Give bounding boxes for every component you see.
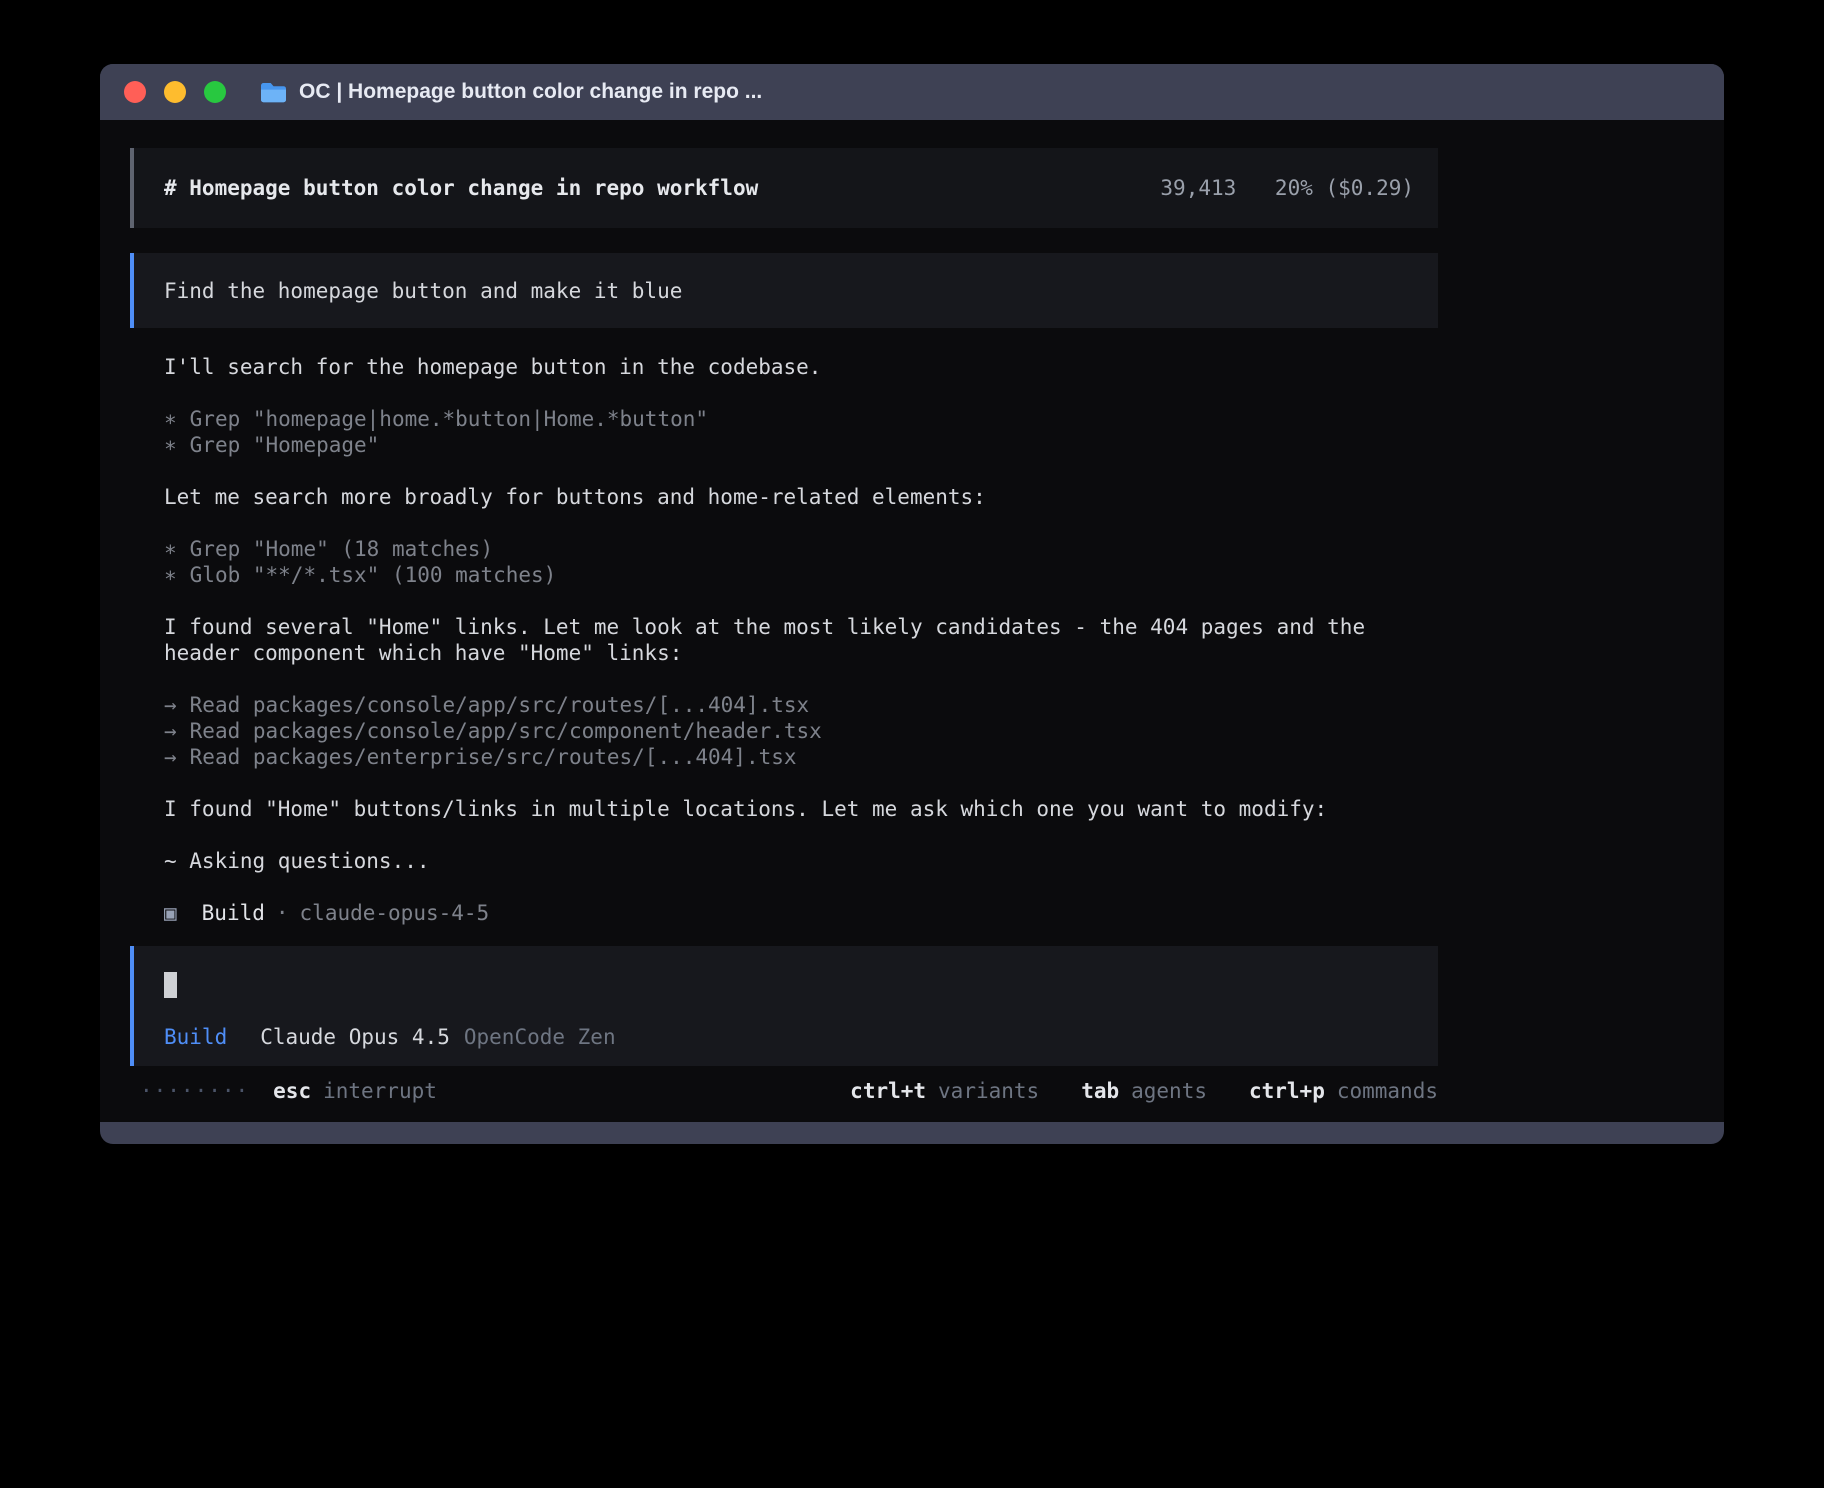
esc-key-label: interrupt (323, 1078, 437, 1104)
user-message: Find the homepage button and make it blu… (130, 253, 1438, 328)
tool-status-icon: ∗ (164, 563, 177, 587)
tool-call-grep: ∗ Grep "Home" (18 matches) (164, 536, 1724, 562)
agent-mode-label[interactable]: Build (164, 1024, 227, 1050)
arrow-icon: → (164, 745, 177, 769)
working-status: ~ Asking questions... (130, 848, 1438, 874)
keybind-hint-commands: ctrl+p commands (1249, 1078, 1438, 1104)
status-bar-right: ctrl+t variants tab agents ctrl+p commands (808, 1078, 1438, 1104)
agent-badge: ▣ Build · claude-opus-4-5 (130, 900, 1724, 926)
separator-dot: · (276, 900, 289, 926)
tool-call-group: ∗ Grep "Home" (18 matches) ∗ Glob "**/*.ts… (130, 536, 1724, 588)
assistant-paragraph: I'll search for the homepage button in t… (130, 354, 1438, 380)
arrow-icon: → (164, 719, 177, 743)
agent-name: Build (202, 900, 265, 926)
keybind-hint-agents: tab agents (1081, 1078, 1207, 1104)
user-message-text: Find the homepage button and make it blu… (164, 278, 682, 304)
esc-key-hint: esc (273, 1078, 311, 1104)
window-title: OC | Homepage button color change in rep… (299, 80, 762, 104)
agent-model: claude-opus-4-5 (300, 900, 490, 926)
tool-call-group: ∗ Grep "homepage|home.*button|Home.*butto… (130, 406, 1724, 458)
session-stats: 39,413 20% ($0.29) (1160, 175, 1414, 201)
prompt-input[interactable]: Build Claude Opus 4.5 OpenCode Zen (130, 946, 1438, 1066)
tool-call-label: Read packages/console/app/src/routes/[..… (190, 693, 810, 717)
input-mode-line: Build Claude Opus 4.5 OpenCode Zen (164, 1024, 1414, 1050)
keybind-key: tab (1081, 1079, 1119, 1103)
text-cursor (164, 972, 177, 998)
tool-call-label: Read packages/console/app/src/component/… (190, 719, 822, 743)
keybind-hint-variants: ctrl+t variants (850, 1078, 1039, 1104)
tool-call-read: → Read packages/console/app/src/routes/[.… (164, 692, 1724, 718)
tool-call-label: Glob "**/*.tsx" (100 matches) (190, 563, 557, 587)
keybind-label: agents (1131, 1079, 1207, 1103)
keybind-label: commands (1337, 1079, 1438, 1103)
terminal-content: # Homepage button color change in repo w… (100, 120, 1724, 1122)
session-header: # Homepage button color change in repo w… (130, 148, 1438, 228)
minimize-window-button[interactable] (164, 81, 186, 103)
spinner-dots: ········ (140, 1078, 249, 1104)
keybind-key: ctrl+t (850, 1079, 926, 1103)
status-bar: ········ esc interrupt ctrl+t variants ta… (130, 1078, 1438, 1104)
provider-name: OpenCode Zen (464, 1024, 616, 1050)
zoom-window-button[interactable] (204, 81, 226, 103)
tool-call-label: Grep "homepage|home.*button|Home.*button… (190, 407, 708, 431)
assistant-paragraph: I found several "Home" links. Let me loo… (130, 614, 1438, 666)
tool-call-group: → Read packages/console/app/src/routes/[.… (130, 692, 1724, 770)
tool-status-icon: ∗ (164, 407, 177, 431)
tool-call-grep: ∗ Grep "Homepage" (164, 432, 1724, 458)
tool-call-label: Grep "Home" (18 matches) (190, 537, 493, 561)
model-name: Claude Opus 4.5 (260, 1024, 450, 1050)
terminal-window: OC | Homepage button color change in rep… (100, 64, 1724, 1144)
tool-call-label: Read packages/enterprise/src/routes/[...… (190, 745, 797, 769)
tool-call-read: → Read packages/enterprise/src/routes/[..… (164, 744, 1724, 770)
status-bar-left: ········ esc interrupt (130, 1078, 437, 1104)
close-window-button[interactable] (124, 81, 146, 103)
folder-icon (260, 82, 287, 103)
keybind-key: ctrl+p (1249, 1079, 1325, 1103)
traffic-lights (124, 81, 244, 103)
tool-status-icon: ∗ (164, 433, 177, 457)
tool-call-glob: ∗ Glob "**/*.tsx" (100 matches) (164, 562, 1724, 588)
assistant-paragraph: I found "Home" buttons/links in multiple… (130, 796, 1438, 822)
context-usage: 20% ($0.29) (1275, 176, 1414, 200)
session-title: # Homepage button color change in repo w… (164, 175, 758, 201)
tool-call-read: → Read packages/console/app/src/component… (164, 718, 1724, 744)
keybind-label: variants (938, 1079, 1039, 1103)
tool-call-grep: ∗ Grep "homepage|home.*button|Home.*butto… (164, 406, 1724, 432)
tool-call-label: Grep "Homepage" (190, 433, 380, 457)
token-count: 39,413 (1160, 176, 1236, 200)
arrow-icon: → (164, 693, 177, 717)
window-titlebar[interactable]: OC | Homepage button color change in rep… (100, 64, 1724, 120)
assistant-paragraph: Let me search more broadly for buttons a… (130, 484, 1438, 510)
agent-badge-icon: ▣ (164, 900, 177, 926)
tool-status-icon: ∗ (164, 537, 177, 561)
desktop-background: OC | Homepage button color change in rep… (0, 0, 1824, 1488)
